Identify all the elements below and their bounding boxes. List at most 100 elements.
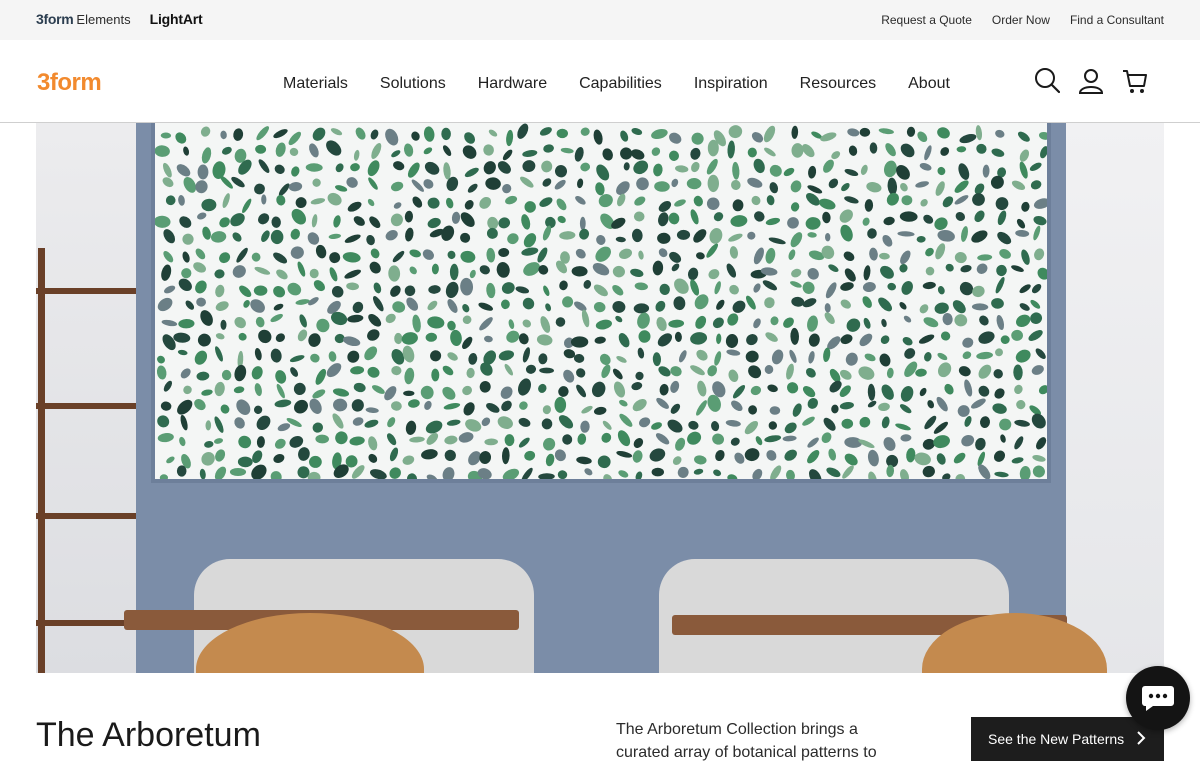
leaf-shape xyxy=(617,193,626,207)
brand-lightart-link[interactable]: LightArt xyxy=(150,11,203,27)
leaf-shape xyxy=(978,331,995,344)
leaf-shape xyxy=(215,346,223,362)
leaf-shape xyxy=(1014,436,1024,450)
leaf-shape xyxy=(612,300,626,313)
leaf-shape xyxy=(620,130,629,142)
leaf-shape xyxy=(831,404,839,414)
search-icon[interactable] xyxy=(1034,67,1060,95)
leaf-shape xyxy=(570,336,589,348)
leaf-shape xyxy=(442,145,452,156)
leaf-shape xyxy=(879,252,890,260)
leaf-shape xyxy=(805,217,821,230)
leaf-shape xyxy=(616,355,627,363)
nav-solutions[interactable]: Solutions xyxy=(380,75,446,93)
leaf-shape xyxy=(617,430,631,447)
leaf-shape xyxy=(674,331,682,342)
leaf-shape xyxy=(863,265,871,281)
leaf-shape xyxy=(615,315,623,323)
leaf-shape xyxy=(882,234,893,247)
leaf-shape xyxy=(521,214,531,230)
leaf-shape xyxy=(783,167,795,177)
leaf-shape xyxy=(787,217,799,229)
leaf-shape xyxy=(220,130,227,140)
botanical-panel xyxy=(151,123,1051,486)
leaf-shape xyxy=(305,163,323,172)
leaf-shape xyxy=(945,263,954,272)
leaf-shape xyxy=(708,269,720,280)
account-icon[interactable] xyxy=(1078,67,1104,95)
brand-3form-elements-link[interactable]: 3form Elements xyxy=(36,11,131,27)
leaf-shape xyxy=(807,267,819,280)
leaf-shape xyxy=(299,314,307,328)
leaf-shape xyxy=(447,352,458,361)
leaf-shape xyxy=(424,400,432,410)
leaf-shape xyxy=(403,390,415,396)
leaf-shape xyxy=(332,413,344,429)
leaf-shape xyxy=(411,131,420,141)
leaf-shape xyxy=(162,162,172,178)
leaf-shape xyxy=(958,366,971,377)
request-quote-link[interactable]: Request a Quote xyxy=(881,13,972,27)
leaf-shape xyxy=(596,235,606,245)
leaf-shape xyxy=(464,132,476,144)
leaf-shape xyxy=(229,468,247,476)
leaf-shape xyxy=(845,352,858,366)
leaf-shape xyxy=(994,471,1009,478)
leaf-shape xyxy=(393,202,402,209)
leaf-shape xyxy=(364,346,378,361)
leaf-shape xyxy=(995,197,1009,211)
leaf-shape xyxy=(273,453,285,464)
leaf-shape xyxy=(182,233,194,245)
nav-about[interactable]: About xyxy=(908,75,950,93)
leaf-shape xyxy=(902,336,913,346)
nav-inspiration[interactable]: Inspiration xyxy=(694,75,768,93)
leaf-shape xyxy=(554,179,566,190)
logo[interactable]: 3form xyxy=(37,69,102,97)
leaf-shape xyxy=(899,211,918,222)
leaf-shape xyxy=(732,161,740,180)
leaf-shape xyxy=(859,416,871,428)
leaf-shape xyxy=(215,284,225,298)
leaf-shape xyxy=(828,264,839,273)
leaf-shape xyxy=(1028,330,1043,341)
leaf-shape xyxy=(841,418,854,429)
leaf-shape xyxy=(846,318,861,332)
leaf-shape xyxy=(312,127,326,141)
nav-capabilities[interactable]: Capabilities xyxy=(579,75,662,93)
leaf-shape xyxy=(444,435,458,445)
find-consultant-link[interactable]: Find a Consultant xyxy=(1070,13,1164,27)
leaf-shape xyxy=(250,299,265,313)
see-new-patterns-button[interactable]: See the New Patterns xyxy=(971,717,1164,761)
leaf-shape xyxy=(346,282,359,291)
cart-icon[interactable] xyxy=(1122,67,1148,95)
leaf-shape xyxy=(328,233,341,239)
leaf-shape xyxy=(840,282,854,291)
leaf-shape xyxy=(501,400,512,412)
leaf-shape xyxy=(576,368,586,378)
nav-resources[interactable]: Resources xyxy=(800,75,876,93)
leaf-shape xyxy=(558,415,574,429)
leaf-shape xyxy=(903,315,912,323)
leaf-shape xyxy=(230,213,245,227)
leaf-shape xyxy=(478,302,493,311)
leaf-shape xyxy=(183,385,192,395)
leaf-shape xyxy=(731,400,743,412)
nav-materials[interactable]: Materials xyxy=(283,75,348,93)
leaf-shape xyxy=(937,166,946,176)
nav-hardware[interactable]: Hardware xyxy=(478,75,547,93)
leaf-shape xyxy=(734,452,745,464)
leaf-shape xyxy=(506,330,520,343)
leaf-shape xyxy=(524,201,536,213)
chat-button[interactable] xyxy=(1126,666,1190,730)
leaf-shape xyxy=(711,421,720,432)
leaf-shape xyxy=(674,199,686,207)
leaf-shape xyxy=(886,367,894,379)
leaf-shape xyxy=(180,414,188,431)
leaf-shape xyxy=(575,195,586,205)
leaf-shape xyxy=(563,369,575,383)
leaf-shape xyxy=(309,268,319,279)
leaf-shape xyxy=(313,280,325,292)
shelf xyxy=(36,403,136,409)
order-now-link[interactable]: Order Now xyxy=(992,13,1050,27)
leaf-shape xyxy=(297,261,306,277)
